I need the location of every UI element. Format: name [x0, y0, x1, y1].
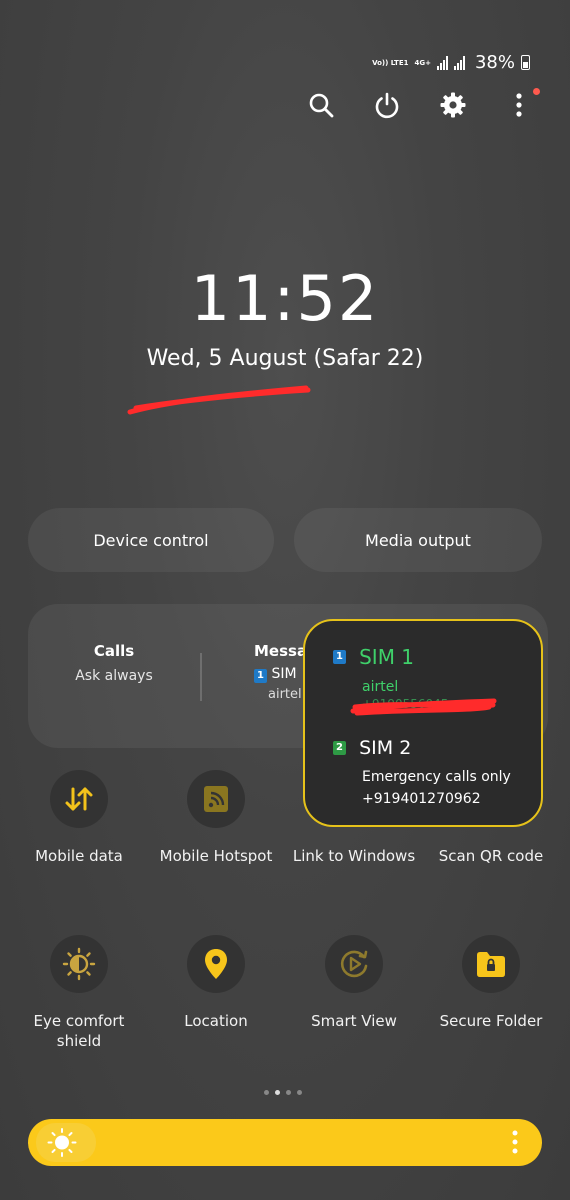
media-output-button[interactable]: Media output	[294, 508, 542, 572]
page-indicator	[264, 1090, 302, 1095]
battery-icon	[521, 55, 530, 70]
network-type-indicator: 4G+	[414, 58, 431, 67]
notification-dot	[533, 88, 540, 95]
media-output-label: Media output	[365, 530, 471, 550]
tile-smart-view[interactable]: Smart View	[284, 935, 424, 1031]
page-dot	[286, 1090, 291, 1095]
sim1-carrier: airtel	[362, 679, 399, 695]
tile-label: Secure Folder	[439, 1012, 543, 1030]
date: Wed, 5 August (Safar 22)	[146, 346, 424, 371]
brightness-slider[interactable]	[28, 1119, 542, 1166]
tile-label: Link to Windows	[292, 847, 416, 865]
brightness-more-icon[interactable]	[512, 1129, 518, 1159]
calls-label: Calls	[93, 642, 135, 660]
tile-label: Scan QR code	[438, 847, 544, 865]
red-underline-mark	[127, 385, 311, 415]
sim1-badge-icon: 1	[254, 669, 267, 683]
tile-label: Smart View	[311, 1012, 397, 1030]
hotspot-icon	[187, 770, 245, 828]
location-icon	[187, 935, 245, 993]
tile-secure-folder[interactable]: Secure Folder	[421, 935, 561, 1031]
smart-view-icon	[325, 935, 383, 993]
power-icon[interactable]	[372, 90, 402, 120]
tile-label: Location	[184, 1012, 248, 1030]
tile-location[interactable]: Location	[146, 935, 286, 1031]
device-control-label: Device control	[93, 530, 209, 550]
panel-actions	[306, 88, 540, 120]
search-icon[interactable]	[306, 90, 336, 120]
device-control-button[interactable]: Device control	[28, 508, 274, 572]
sim2-name: SIM 2	[359, 737, 412, 759]
page-dot-active	[275, 1090, 280, 1095]
clock: 11:52	[190, 262, 380, 335]
eye-comfort-icon	[50, 935, 108, 993]
signal-2-icon	[453, 55, 465, 70]
sim1-badge-icon: 1	[333, 650, 346, 664]
signal-1-icon	[436, 55, 448, 70]
calls-value: Ask always	[75, 668, 153, 684]
tile-mobile-hotspot[interactable]: Mobile Hotspot	[146, 770, 286, 866]
volte-indicator: Vo)) LTE1	[372, 58, 409, 67]
brightness-handle[interactable]	[36, 1123, 96, 1162]
more-icon[interactable]	[504, 88, 540, 120]
tile-label: Mobile data	[35, 847, 123, 865]
red-redaction-mark	[350, 698, 497, 716]
messages-sim: SIM	[271, 666, 297, 682]
settings-icon[interactable]	[438, 90, 468, 120]
sim2-badge-icon: 2	[333, 741, 346, 755]
tile-label: Eye comfort shield	[33, 1012, 125, 1050]
page-dot	[297, 1090, 302, 1095]
tile-mobile-data[interactable]: Mobile data	[9, 770, 149, 866]
secure-folder-icon	[462, 935, 520, 993]
status-bar: Vo)) LTE1 4G+ 38%	[372, 52, 530, 73]
sim-divider	[200, 653, 202, 701]
tile-label: Mobile Hotspot	[159, 847, 273, 865]
tile-link-to-windows[interactable]: Link to Windows	[284, 770, 424, 866]
calls-sim-setting[interactable]: Calls Ask always	[44, 642, 184, 684]
sim1-name: SIM 1	[359, 645, 415, 669]
tile-eye-comfort[interactable]: Eye comfort shield	[9, 935, 149, 1051]
tile-scan-qr[interactable]: Scan QR code	[421, 770, 561, 866]
mobile-data-icon	[50, 770, 108, 828]
page-dot	[264, 1090, 269, 1095]
battery-percent: 38%	[474, 52, 515, 73]
